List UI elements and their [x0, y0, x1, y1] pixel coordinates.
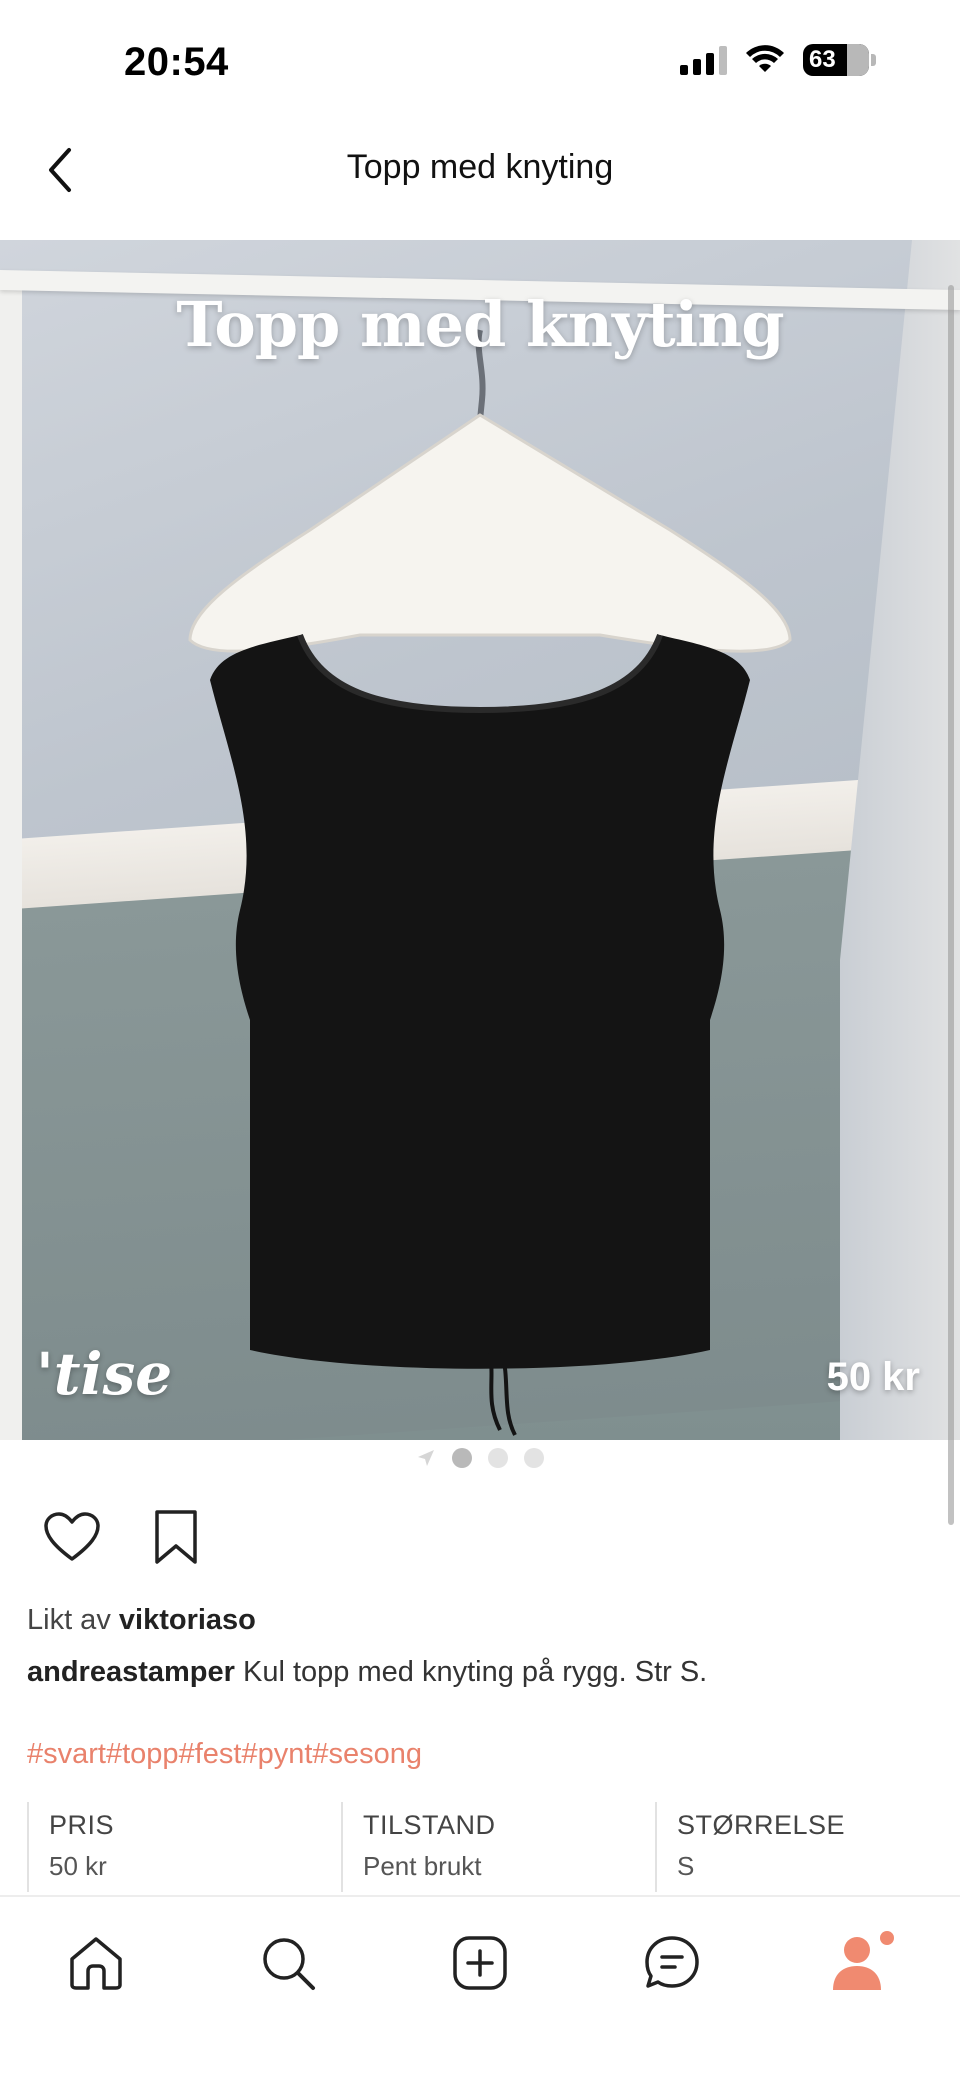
- detail-value: Pent brukt: [363, 1851, 482, 1881]
- detail-size: STØRRELSE S: [655, 1802, 955, 1892]
- post-description: andreastamper Kul topp med knyting på ry…: [27, 1656, 707, 1689]
- tise-logo: 'tise: [36, 1340, 173, 1408]
- tab-profile[interactable]: [826, 1927, 898, 1999]
- liked-by-user[interactable]: viktoriaso: [119, 1604, 256, 1636]
- status-time: 20:54: [124, 40, 229, 84]
- page-title: Topp med knyting: [346, 148, 614, 186]
- tab-search[interactable]: [252, 1927, 324, 1999]
- battery-icon: 63: [803, 44, 869, 76]
- battery-level: 63: [809, 46, 836, 73]
- chat-icon: [645, 1936, 699, 1988]
- description-text: Kul topp med knyting på rygg. Str S.: [243, 1656, 708, 1688]
- tab-add[interactable]: [444, 1927, 516, 1999]
- product-photo[interactable]: Topp med knyting 'tise 50 kr: [0, 240, 960, 1440]
- notification-dot: [880, 1931, 894, 1945]
- bottom-nav: [0, 1895, 960, 2081]
- liked-by: Likt av viktoriaso: [27, 1604, 256, 1637]
- scrollbar[interactable]: [948, 285, 954, 1525]
- photo-price-tag: 50 kr: [826, 1355, 920, 1399]
- wifi-icon: [746, 45, 784, 72]
- search-icon: [263, 1938, 315, 1990]
- carousel-dot[interactable]: [488, 1448, 508, 1468]
- tab-home[interactable]: [60, 1927, 132, 1999]
- like-button[interactable]: [40, 1505, 104, 1569]
- detail-price: PRIS 50 kr: [27, 1802, 341, 1892]
- detail-label: STØRRELSE: [677, 1810, 846, 1840]
- carousel-dot[interactable]: [524, 1448, 544, 1468]
- photo-overlay-title: Topp med knyting: [176, 288, 784, 361]
- status-icons: 63: [680, 44, 876, 76]
- author-username[interactable]: andreastamper: [27, 1656, 235, 1688]
- detail-label: TILSTAND: [363, 1810, 496, 1840]
- status-bar: 20:54 63: [0, 0, 960, 120]
- carousel-indicator: [0, 1448, 960, 1468]
- hashtag-link[interactable]: #fest: [179, 1738, 242, 1771]
- detail-value: 50 kr: [49, 1851, 107, 1881]
- nav-header: Topp med knyting: [0, 120, 960, 240]
- profile-icon: [833, 1931, 894, 1990]
- product-details: PRIS 50 kr TILSTAND Pent brukt STØRRELSE…: [0, 1802, 960, 1892]
- heart-icon: [44, 1512, 100, 1561]
- detail-label: PRIS: [49, 1810, 115, 1840]
- add-icon: [453, 1936, 507, 1990]
- detail-value: S: [677, 1851, 695, 1881]
- location-arrow-icon: [416, 1448, 436, 1468]
- hashtag-link[interactable]: #topp: [106, 1738, 179, 1771]
- detail-condition: TILSTAND Pent brukt: [341, 1802, 655, 1892]
- carousel-dot[interactable]: [452, 1448, 472, 1468]
- hashtag-link[interactable]: #pynt: [241, 1738, 312, 1771]
- tab-messages[interactable]: [636, 1927, 708, 1999]
- liked-by-prefix: Likt av: [27, 1604, 111, 1636]
- hashtags: #svart #topp #fest #pynt #sesong: [27, 1738, 422, 1771]
- post-actions: [40, 1505, 208, 1569]
- hashtag-link[interactable]: #sesong: [312, 1738, 422, 1771]
- hashtag-link[interactable]: #svart: [27, 1738, 106, 1771]
- hanger-with-top-image: [188, 329, 792, 1436]
- home-icon: [70, 1937, 122, 1990]
- bookmark-icon: [155, 1510, 197, 1564]
- save-button[interactable]: [144, 1505, 208, 1569]
- cellular-signal-icon: [680, 45, 727, 75]
